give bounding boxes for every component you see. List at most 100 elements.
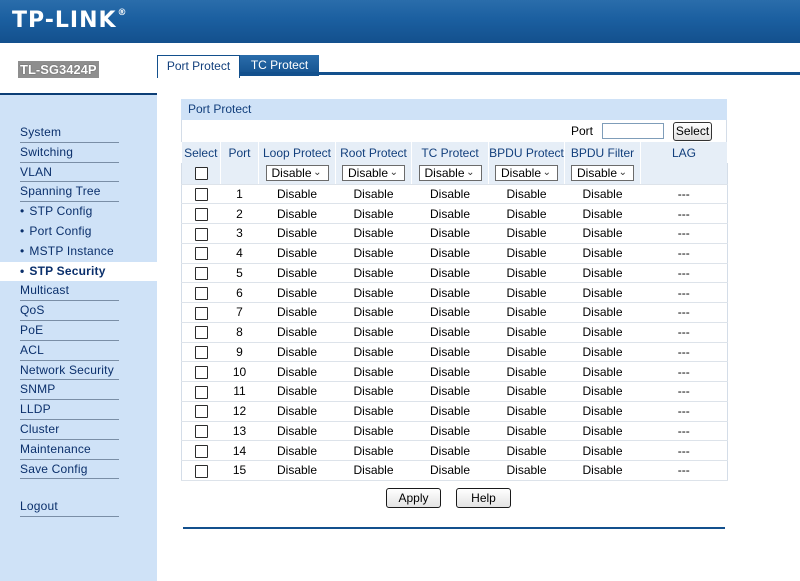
dropdown-value: Disable: [501, 166, 542, 181]
tc-protect-cell: Disable: [411, 421, 489, 442]
bpdu-protect-dropdown[interactable]: Disable ⌄: [495, 165, 558, 182]
bpdu-filter-cell: Disable: [564, 223, 641, 244]
sidebar-item-poe[interactable]: PoE: [20, 321, 119, 341]
help-button[interactable]: Help: [456, 487, 511, 508]
lag-cell: ---: [640, 203, 728, 224]
loop-protect-cell: Disable: [258, 184, 336, 205]
row-select-cell: [181, 184, 221, 205]
bpdu-filter-cell: Disable: [564, 342, 641, 363]
bulk-bpdu-protect-cell: Disable ⌄: [488, 163, 565, 185]
tc-protect-cell: Disable: [411, 203, 489, 224]
loop-protect-cell: Disable: [258, 263, 336, 284]
chevron-down-icon: ⌄: [542, 167, 551, 179]
bpdu-protect-cell: Disable: [488, 223, 565, 244]
sidebar-item-save-config[interactable]: Save Config: [20, 460, 119, 480]
tc-protect-cell: Disable: [411, 342, 489, 363]
tab-port-protect[interactable]: Port Protect: [157, 55, 240, 78]
lag-cell: ---: [640, 401, 728, 422]
sidebar-item-lldp[interactable]: LLDP: [20, 400, 119, 420]
bpdu-protect-cell: Disable: [488, 361, 565, 382]
apply-button[interactable]: Apply: [386, 487, 441, 508]
root-protect-cell: Disable: [335, 342, 412, 363]
tc-protect-cell: Disable: [411, 322, 489, 343]
sidebar-item-maintenance[interactable]: Maintenance: [20, 440, 119, 460]
sidebar: TL-SG3424P System Switching VLAN Spannin…: [0, 43, 157, 581]
tc-protect-cell: Disable: [411, 440, 489, 461]
select-all-checkbox[interactable]: [194, 167, 208, 181]
bpdu-filter-dropdown[interactable]: Disable ⌄: [571, 165, 634, 182]
sidebar-item-network-security[interactable]: Network Security: [20, 361, 119, 381]
loop-protect-cell: Disable: [258, 223, 336, 244]
row-checkbox[interactable]: [194, 267, 208, 281]
loop-protect-cell: Disable: [258, 460, 336, 481]
loop-protect-dropdown[interactable]: Disable ⌄: [265, 165, 329, 182]
sidebar-item-snmp[interactable]: SNMP: [20, 380, 119, 401]
row-checkbox[interactable]: [194, 365, 208, 379]
row-select-cell: [181, 282, 221, 303]
row-checkbox[interactable]: [194, 425, 208, 439]
row-checkbox[interactable]: [194, 188, 208, 202]
bpdu-protect-cell: Disable: [488, 302, 565, 323]
sidebar-item-qos[interactable]: QoS: [20, 301, 119, 321]
sidebar-item-spanning-tree[interactable]: Spanning Tree: [20, 182, 119, 203]
row-select-cell: [181, 381, 221, 402]
sidebar-item-cluster[interactable]: Cluster: [20, 420, 119, 440]
row-checkbox[interactable]: [194, 385, 208, 399]
loop-protect-cell: Disable: [258, 282, 336, 303]
table-row: 13 Disable Disable Disable Disable Disable ---: [181, 421, 728, 442]
row-checkbox[interactable]: [194, 444, 208, 458]
bpdu-protect-cell: Disable: [488, 203, 565, 224]
row-checkbox[interactable]: [194, 326, 208, 340]
bpdu-protect-cell: Disable: [488, 421, 565, 442]
row-select-cell: [181, 361, 221, 382]
tc-protect-dropdown[interactable]: Disable ⌄: [418, 165, 482, 182]
bpdu-protect-cell: Disable: [488, 440, 565, 461]
port-select-row: Port Select: [181, 120, 727, 142]
sidebar-subitem-stp-config[interactable]: • STP Config: [20, 202, 119, 222]
row-checkbox[interactable]: [194, 306, 208, 320]
lag-cell: ---: [640, 460, 728, 481]
lag-cell: ---: [640, 263, 728, 284]
row-checkbox[interactable]: [194, 227, 208, 241]
root-protect-cell: Disable: [335, 322, 412, 343]
port-input[interactable]: [602, 123, 664, 139]
sidebar-subitem-stp-security[interactable]: • STP Security: [0, 261, 157, 282]
sidebar-item-acl[interactable]: ACL: [20, 341, 119, 361]
lag-cell: ---: [640, 342, 728, 363]
table-row: 1 Disable Disable Disable Disable Disable ---: [181, 184, 728, 205]
row-checkbox[interactable]: [194, 464, 208, 478]
row-checkbox[interactable]: [194, 405, 208, 419]
row-checkbox[interactable]: [194, 286, 208, 300]
sidebar-item-multicast[interactable]: Multicast: [20, 281, 119, 302]
column-header-tc-protect: TC Protect: [411, 142, 489, 163]
bpdu-filter-cell: Disable: [564, 421, 641, 442]
bpdu-filter-cell: Disable: [564, 282, 641, 303]
sidebar-item-vlan[interactable]: VLAN: [20, 163, 119, 183]
sidebar-subitem-port-config[interactable]: • Port Config: [20, 222, 119, 242]
bpdu-protect-cell: Disable: [488, 460, 565, 481]
port-cell: 9: [220, 342, 259, 363]
row-select-cell: [181, 203, 221, 224]
chevron-down-icon: ⌄: [466, 167, 475, 179]
sidebar-item-system[interactable]: System: [20, 123, 119, 143]
tab-bar: Port Protect TC Protect: [157, 43, 800, 78]
row-select-cell: [181, 342, 221, 363]
bpdu-filter-cell: Disable: [564, 302, 641, 323]
row-checkbox[interactable]: [194, 346, 208, 360]
loop-protect-cell: Disable: [258, 322, 336, 343]
panel-title: Port Protect: [181, 99, 727, 120]
bulk-tc-cell: Disable ⌄: [411, 163, 489, 185]
sidebar-item-logout[interactable]: Logout: [20, 497, 119, 518]
port-cell: 6: [220, 282, 259, 303]
dropdown-value: Disable: [348, 166, 389, 181]
row-checkbox[interactable]: [194, 247, 208, 261]
bulk-port-cell: [220, 163, 259, 185]
row-checkbox[interactable]: [194, 207, 208, 221]
sidebar-subitem-mstp-instance[interactable]: • MSTP Instance: [20, 242, 119, 262]
sidebar-item-switching[interactable]: Switching: [20, 143, 119, 163]
loop-protect-cell: Disable: [258, 342, 336, 363]
port-cell: 12: [220, 401, 259, 422]
root-protect-dropdown[interactable]: Disable ⌄: [342, 165, 405, 182]
table-row: 10 Disable Disable Disable Disable Disable ---: [181, 361, 728, 382]
select-button[interactable]: Select: [673, 122, 712, 141]
